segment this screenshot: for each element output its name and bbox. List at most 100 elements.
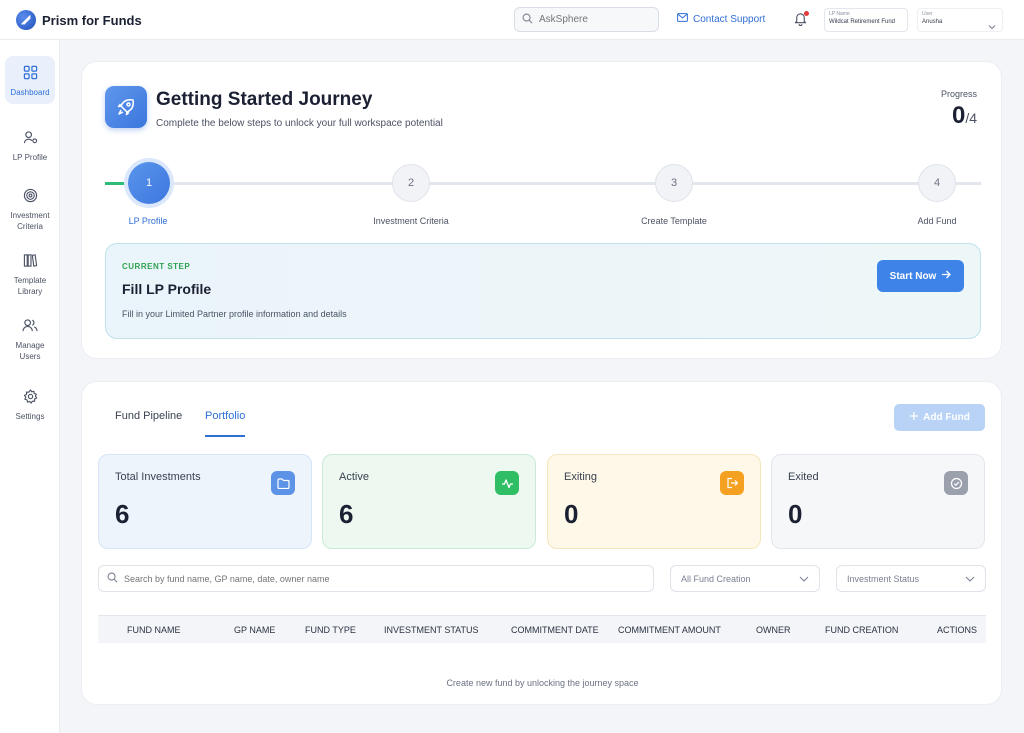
getting-started-card: Getting Started Journey Complete the bel… <box>81 61 1002 359</box>
stat-card-total-investments[interactable]: Total Investments 6 <box>98 454 312 549</box>
step-4-circle[interactable]: 4 <box>918 164 956 202</box>
step-3-label: Create Template <box>641 216 707 226</box>
column-commitment-date[interactable]: COMMITMENT DATE <box>511 625 599 635</box>
stat-card-active[interactable]: Active 6 <box>322 454 536 549</box>
stepper-track-progress <box>105 182 129 185</box>
user-settings-icon <box>5 130 55 148</box>
notification-dot <box>804 11 809 16</box>
rocket-icon <box>105 86 147 128</box>
exit-icon <box>720 471 744 495</box>
sidebar-item-settings[interactable]: Settings <box>5 389 55 422</box>
column-actions[interactable]: ACTIONS <box>937 625 977 635</box>
users-icon <box>5 318 55 336</box>
sidebar-item-template-library[interactable]: Template Library <box>5 253 55 297</box>
mail-icon <box>677 13 688 25</box>
fund-search-box[interactable] <box>98 565 654 592</box>
lp-value: Wildcat Retirement Fund <box>829 19 896 25</box>
start-now-label: Start Now <box>889 270 937 282</box>
current-step-title: Fill LP Profile <box>122 281 212 297</box>
brand[interactable]: Prism for Funds <box>16 10 142 30</box>
empty-table-message: Create new fund by unlocking the journey… <box>446 678 639 688</box>
sidebar-item-manage-users[interactable]: Manage Users <box>5 318 55 362</box>
user-menu[interactable]: User Anusha <box>917 8 1003 32</box>
investment-status-filter[interactable]: Investment Status <box>836 565 986 592</box>
sidebar-item-dashboard[interactable]: Dashboard <box>5 56 55 104</box>
search-icon <box>107 570 118 588</box>
stat-value: 0 <box>564 499 579 529</box>
sidebar-item-label: Template Library <box>13 276 47 296</box>
plus-icon <box>909 411 919 424</box>
fund-search-input[interactable] <box>124 573 624 584</box>
progress-label: Progress <box>940 89 977 99</box>
chevron-down-icon <box>988 17 996 35</box>
sidebar: Dashboard LP Profile Investment Criteria… <box>0 40 60 733</box>
asksphere-search[interactable] <box>514 7 659 32</box>
asksphere-input[interactable] <box>539 14 649 25</box>
gear-icon <box>5 389 55 407</box>
current-step-tag: CURRENT STEP <box>122 262 191 271</box>
progress-value: 0/4 <box>952 102 977 130</box>
stat-label: Total Investments <box>115 471 201 483</box>
column-fund-creation[interactable]: FUND CREATION <box>825 625 898 635</box>
current-step-panel: CURRENT STEP Fill LP Profile Fill in you… <box>105 243 981 339</box>
check-circle-icon <box>944 471 968 495</box>
brand-logo-icon <box>16 10 36 30</box>
fund-creation-filter-value: All Fund Creation <box>681 573 751 584</box>
column-fund-type[interactable]: FUND TYPE <box>305 625 356 635</box>
step-4-label: Add Fund <box>917 216 957 226</box>
chevron-down-icon <box>965 574 975 584</box>
activity-icon <box>495 471 519 495</box>
column-fund-name[interactable]: FUND NAME <box>127 625 181 635</box>
chevron-down-icon <box>799 574 809 584</box>
stat-label: Active <box>339 471 369 483</box>
user-label: User <box>922 11 933 17</box>
stat-value: 6 <box>339 499 354 529</box>
user-value: Anusha <box>922 19 943 25</box>
contact-support-label: Contact Support <box>693 13 766 25</box>
library-icon <box>5 253 55 271</box>
step-2-label: Investment Criteria <box>373 216 449 226</box>
progress-total: /4 <box>965 110 977 126</box>
column-owner[interactable]: OWNER <box>756 625 791 635</box>
progress-done: 0 <box>951 102 966 129</box>
fund-creation-filter[interactable]: All Fund Creation <box>670 565 820 592</box>
app-name: Prism for Funds <box>42 12 142 28</box>
column-gp-name[interactable]: GP NAME <box>234 625 275 635</box>
stat-card-exited[interactable]: Exited 0 <box>771 454 985 549</box>
column-investment-status[interactable]: INVESTMENT STATUS <box>384 625 479 635</box>
grid-icon <box>5 65 55 83</box>
add-fund-label: Add Fund <box>923 412 970 423</box>
folder-icon <box>271 471 295 495</box>
stat-card-exiting[interactable]: Exiting 0 <box>547 454 761 549</box>
lp-label: LP Name <box>829 11 850 17</box>
arrow-right-icon <box>941 270 952 282</box>
step-1-circle[interactable]: 1 <box>128 162 170 204</box>
add-fund-button[interactable]: Add Fund <box>894 404 985 431</box>
target-icon <box>5 188 55 206</box>
tab-fund-pipeline[interactable]: Fund Pipeline <box>115 410 182 422</box>
search-icon <box>522 11 533 29</box>
column-commitment-amount[interactable]: COMMITMENT AMOUNT <box>618 625 721 635</box>
sidebar-item-label: Settings <box>15 412 45 421</box>
sidebar-item-label: LP Profile <box>12 153 48 162</box>
start-now-button[interactable]: Start Now <box>877 260 964 292</box>
journey-title: Getting Started Journey <box>156 89 373 110</box>
contact-support-link[interactable]: Contact Support <box>677 13 765 25</box>
stat-value: 6 <box>115 499 130 529</box>
investment-status-filter-value: Investment Status <box>847 573 920 584</box>
step-2-circle[interactable]: 2 <box>392 164 430 202</box>
stat-value: 0 <box>788 499 803 529</box>
sidebar-item-investment-criteria[interactable]: Investment Criteria <box>5 188 55 232</box>
funds-table-header: FUND NAME GP NAME FUND TYPE INVESTMENT S… <box>98 615 986 643</box>
lp-selector[interactable]: LP Name Wildcat Retirement Fund <box>824 8 908 32</box>
portfolio-card: Fund Pipeline Portfolio Add Fund Total I… <box>81 381 1002 705</box>
sidebar-item-lp-profile[interactable]: LP Profile <box>5 130 55 163</box>
notifications-bell[interactable] <box>793 11 809 27</box>
step-3-circle[interactable]: 3 <box>655 164 693 202</box>
stat-label: Exited <box>788 471 819 483</box>
current-step-description: Fill in your Limited Partner profile inf… <box>122 309 347 319</box>
top-bar: Prism for Funds Contact Support LP Name … <box>0 0 1024 40</box>
tab-portfolio[interactable]: Portfolio <box>205 410 246 437</box>
step-1-label: LP Profile <box>128 216 168 226</box>
sidebar-item-label: Investment Criteria <box>10 211 50 231</box>
